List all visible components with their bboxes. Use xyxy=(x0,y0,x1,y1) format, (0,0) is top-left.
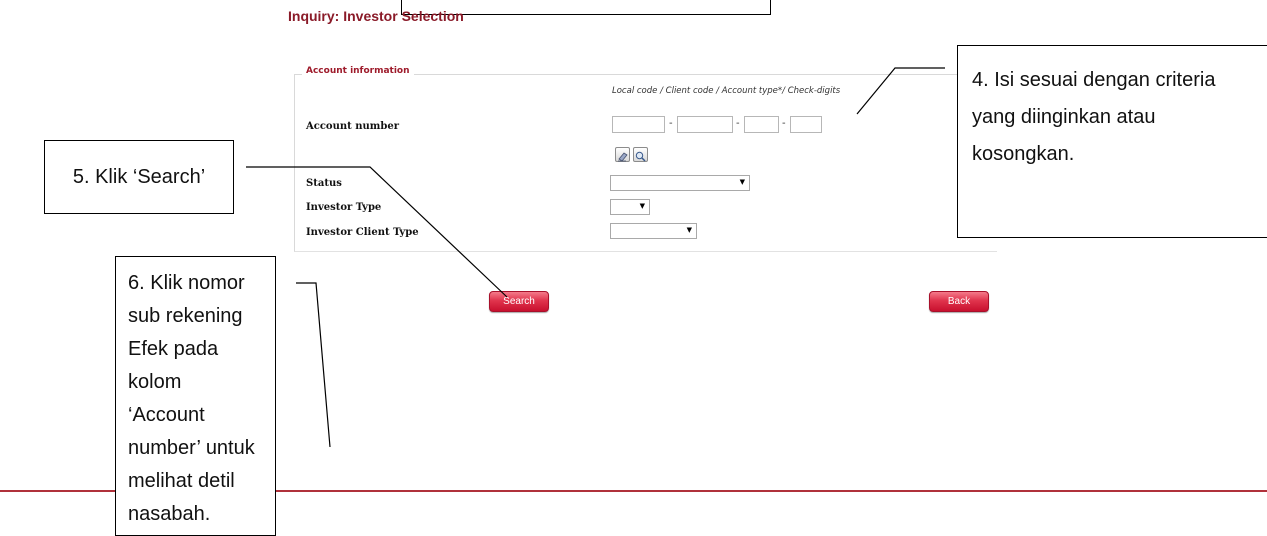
step5-connector xyxy=(246,166,508,298)
step5-text: 5. Klik ‘Search’ xyxy=(72,165,206,188)
step6-callout: 6. Klik nomor sub rekening Efek pada kol… xyxy=(115,256,276,536)
step6-text: 6. Klik nomor sub rekening Efek pada kol… xyxy=(128,272,255,525)
step4-connector xyxy=(856,67,945,115)
step5-callout: 5. Klik ‘Search’ xyxy=(44,140,234,214)
step4-text: 4. Isi sesuai dengan criteria yang diing… xyxy=(972,69,1216,165)
step6-connector xyxy=(296,282,331,448)
step4-callout: 4. Isi sesuai dengan criteria yang diing… xyxy=(957,45,1267,238)
